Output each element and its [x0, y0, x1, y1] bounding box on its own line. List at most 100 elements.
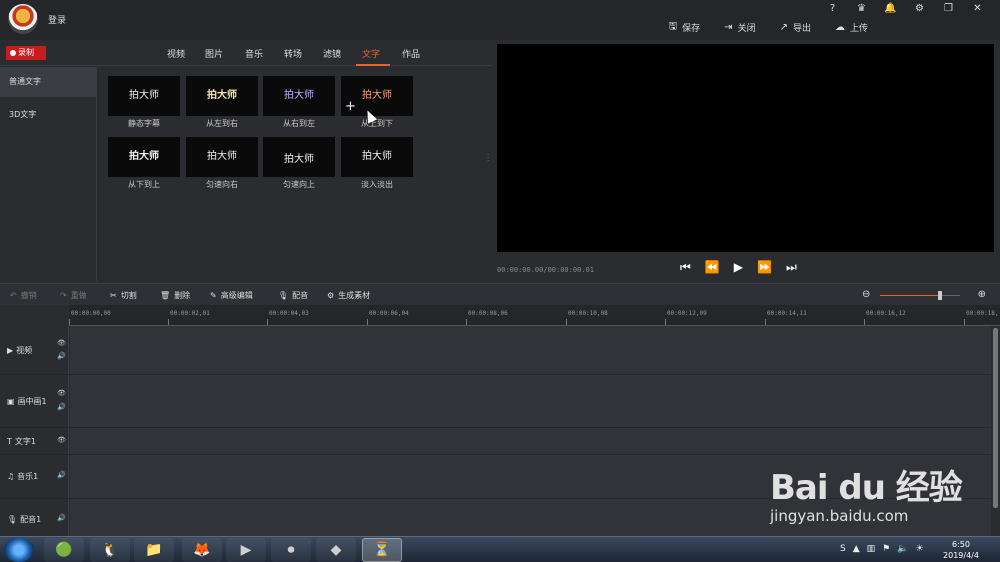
play-icon[interactable]: ▶: [734, 260, 743, 275]
close-project-button[interactable]: ⇥ 关闭: [724, 19, 755, 36]
eye-icon[interactable]: 👁: [57, 436, 66, 444]
speaker-icon[interactable]: 🔊: [57, 403, 66, 411]
system-clock[interactable]: 6:50 2019/4/4: [936, 539, 986, 561]
trash-icon: 🗑: [160, 291, 171, 300]
cut-button[interactable]: ✂ 切割: [110, 290, 137, 301]
taskbar-app-explorer-icon[interactable]: 📁: [134, 538, 174, 562]
preset-thumbnail: 拍大师: [263, 137, 335, 177]
step-back-icon[interactable]: ⏪: [705, 260, 720, 275]
ruler-major-tick: [864, 319, 865, 325]
bell-icon[interactable]: 🔔: [876, 2, 905, 16]
taskbar-app-media-icon[interactable]: ▶: [226, 538, 266, 562]
preset-thumbnail: 拍大师: [108, 137, 180, 177]
preset-tile[interactable]: 拍大师 从右到左: [263, 76, 335, 129]
preset-tile[interactable]: 拍大师 匀速向上: [263, 137, 335, 190]
pip-track-lane[interactable]: [70, 375, 991, 427]
tray-expand-icon[interactable]: ▲: [853, 544, 860, 554]
undo-button[interactable]: ↶ 撤销: [10, 290, 37, 301]
eye-icon[interactable]: 👁: [57, 339, 66, 347]
sidebar-item-3d-text[interactable]: 3D文字: [0, 100, 96, 130]
preset-tile[interactable]: 拍大师 淡入淡出: [341, 137, 413, 190]
tab-text[interactable]: 文字: [362, 47, 380, 60]
input-method-icon[interactable]: S: [840, 544, 846, 554]
track-header: T 文字1 👁: [0, 428, 69, 454]
flag-icon[interactable]: ⚑: [882, 544, 890, 554]
preset-tile[interactable]: 拍大师 从左到右: [186, 76, 258, 129]
ruler-tick-label: 00:00:10,08: [568, 310, 608, 317]
sidebar-item-normal-text[interactable]: 普通文字: [0, 67, 96, 97]
zoom-fill: [880, 295, 940, 296]
speaker-icon[interactable]: 🔊: [57, 352, 66, 360]
skip-end-icon[interactable]: ⏭: [786, 260, 797, 275]
generate-button[interactable]: ⚙ 生成素材: [327, 290, 370, 301]
watermark-brand: Bai du 经验: [770, 468, 963, 508]
scrollbar-thumb[interactable]: [993, 328, 998, 508]
zoom-out-icon[interactable]: ⊖: [862, 289, 870, 300]
tab-image[interactable]: 图片: [205, 47, 223, 60]
restore-icon[interactable]: ❐: [934, 2, 963, 16]
preset-tile[interactable]: 拍大师 静态字幕: [108, 76, 180, 129]
eye-icon[interactable]: 👁: [57, 389, 66, 397]
tab-video[interactable]: 视频: [167, 47, 185, 60]
ruler-major-tick: [765, 319, 766, 325]
export-button[interactable]: ↗ 导出: [780, 19, 811, 36]
video-track-icon: ▶: [7, 346, 14, 355]
advanced-edit-button[interactable]: ✎ 高级编辑: [210, 290, 253, 301]
step-forward-icon[interactable]: ⏩: [757, 260, 772, 275]
taskbar-app-paidashi-icon[interactable]: ⏳: [362, 538, 402, 562]
ruler-major-tick: [168, 319, 169, 325]
timeline-zoom-slider[interactable]: ⊖ ⊕: [862, 289, 986, 300]
track-header: 🎙 配音1 🔊: [0, 499, 69, 536]
timeline-scrollbar[interactable]: [991, 326, 1000, 536]
record-button[interactable]: 录制: [6, 46, 46, 60]
delete-button[interactable]: 🗑 删除: [160, 290, 190, 301]
taskbar-app-360-icon[interactable]: 🟢: [44, 538, 84, 562]
start-button[interactable]: [4, 538, 34, 562]
brightness-icon[interactable]: ☀: [915, 544, 923, 554]
tab-works[interactable]: 作品: [402, 47, 420, 60]
text-track-lane[interactable]: [70, 428, 991, 454]
undo-icon: ↶: [10, 291, 17, 300]
preset-thumbnail: 拍大师: [263, 76, 335, 116]
mic-track-icon: 🎙: [7, 515, 18, 524]
upload-button[interactable]: ☁ 上传: [835, 19, 868, 36]
taskbar-app-firefox-icon[interactable]: 🦊: [182, 538, 222, 562]
network-icon[interactable]: ▥: [867, 544, 876, 554]
gear-icon[interactable]: ⚙: [905, 2, 934, 16]
panel-resize-handle[interactable]: · · ·: [487, 152, 490, 166]
taskbar-app-qq-icon[interactable]: 🐧: [90, 538, 130, 562]
close-window-icon[interactable]: ✕: [963, 2, 992, 16]
preset-label: 静态字幕: [128, 119, 160, 128]
tab-transition[interactable]: 转场: [284, 47, 302, 60]
zoom-track[interactable]: [880, 291, 960, 300]
speaker-icon[interactable]: 🔊: [57, 471, 66, 479]
tab-filter[interactable]: 滤镜: [323, 47, 341, 60]
preset-tile[interactable]: 拍大师 从下到上: [108, 137, 180, 190]
tab-music[interactable]: 音乐: [245, 47, 263, 60]
taskbar-app-notes-icon[interactable]: ◆: [316, 538, 356, 562]
login-link[interactable]: 登录: [48, 13, 66, 26]
export-icon: ↗: [779, 22, 788, 33]
upload-icon: ☁: [834, 22, 845, 33]
redo-button[interactable]: ↷ 重做: [60, 290, 87, 301]
skip-start-icon[interactable]: ⏮: [680, 260, 691, 275]
watermark-url: jingyan.baidu.com: [770, 507, 909, 525]
zoom-in-icon[interactable]: ⊕: [978, 289, 986, 300]
save-button[interactable]: 🖫 保存: [669, 19, 701, 36]
vip-icon[interactable]: ♛: [847, 2, 876, 16]
ruler-tick-label: 00:00:08,06: [468, 310, 508, 317]
zoom-handle[interactable]: [938, 291, 942, 300]
preset-label: 从右到左: [283, 119, 315, 128]
preset-tile[interactable]: 拍大师 匀速向右: [186, 137, 258, 190]
volume-icon[interactable]: 🔈: [897, 544, 908, 554]
track-header: ▶ 视频 👁 🔊: [0, 326, 69, 374]
speaker-icon[interactable]: 🔊: [57, 514, 66, 522]
ruler-major-tick: [69, 319, 70, 325]
help-icon[interactable]: ?: [818, 2, 847, 16]
taskbar-app-recorder-icon[interactable]: ⏺: [271, 538, 311, 562]
ruler-major-tick: [267, 319, 268, 325]
dub-button[interactable]: 🎙 配音: [278, 290, 308, 301]
ruler-tick-label: 00:00:12,09: [667, 310, 707, 317]
timeline-ruler[interactable]: 00:00:00,00 00:00:02,01 00:00:04,03 00:0…: [69, 305, 1000, 326]
video-track-lane[interactable]: [70, 326, 991, 374]
